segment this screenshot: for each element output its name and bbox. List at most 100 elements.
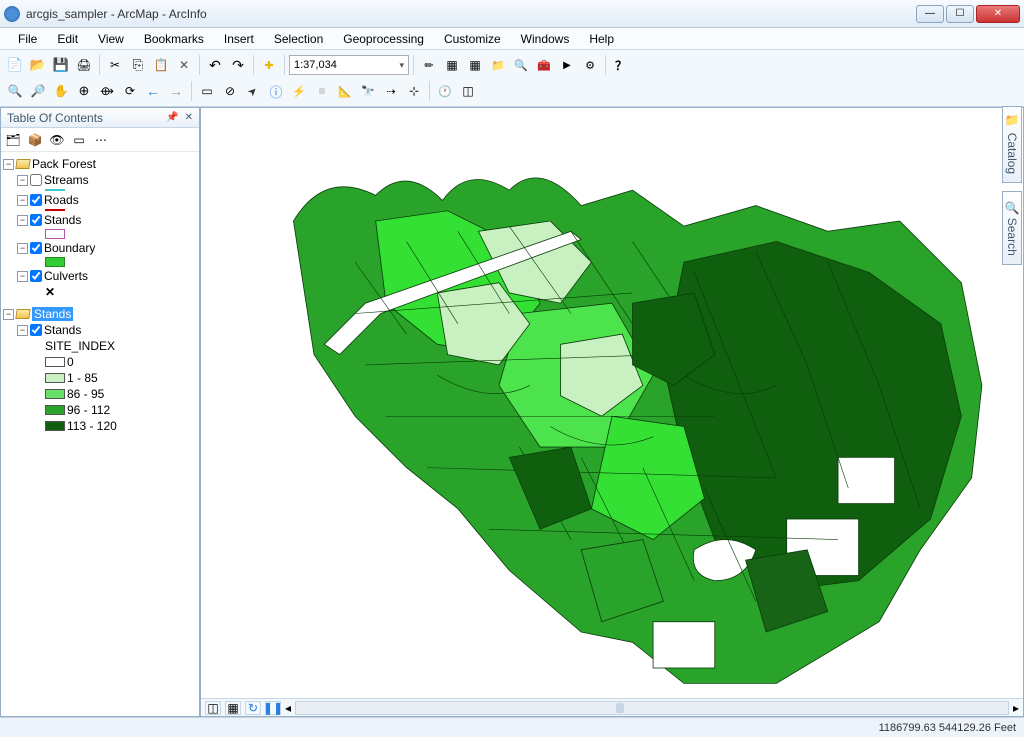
legend-class-3[interactable]: 96 - 112 [3,402,197,418]
map-view[interactable]: ◫ ▦ ↻ ❚❚ ◂ ▸ [200,107,1024,717]
open-button[interactable] [27,54,49,76]
legend-swatch-icon [45,357,65,367]
measure-button[interactable] [334,80,356,102]
scroll-left-button[interactable]: ◂ [285,701,291,715]
copy-button[interactable] [127,54,149,76]
fixed-zoom-out-button[interactable] [119,80,141,102]
collapse-icon[interactable]: − [17,325,28,336]
layer-visibility-checkbox[interactable] [30,214,42,226]
paste-button[interactable] [150,54,172,76]
list-by-drawing-order-button[interactable]: 🗂 [3,130,23,150]
data-frame-stands[interactable]: − Stands [3,306,197,322]
maximize-button[interactable]: ☐ [946,5,974,23]
list-by-visibility-button[interactable]: 👁 [47,130,67,150]
refresh-button[interactable]: ↻ [245,701,261,715]
table-button[interactable] [441,54,463,76]
pin-icon[interactable]: 📌 [166,112,178,123]
pan-button[interactable] [50,80,72,102]
layout-view-button[interactable]: ▦ [225,701,241,715]
map-scale-input[interactable]: 1:37,034 [289,55,409,75]
pause-drawing-button[interactable]: ❚❚ [265,701,281,715]
save-button[interactable] [50,54,72,76]
layer-visibility-checkbox[interactable] [30,242,42,254]
list-by-selection-button[interactable]: ▭ [69,130,89,150]
layer-boundary[interactable]: − Boundary [3,240,197,256]
python-button[interactable] [556,54,578,76]
menu-geoprocessing[interactable]: Geoprocessing [333,29,434,49]
print-button[interactable] [73,54,95,76]
layer-stands-outline[interactable]: − Stands [3,212,197,228]
horizontal-scrollbar[interactable] [295,701,1009,715]
menu-help[interactable]: Help [579,29,624,49]
data-frame-pack-forest[interactable]: − Pack Forest [3,156,197,172]
legend-class-1[interactable]: 1 - 85 [3,370,197,386]
editor-toolbar-button[interactable] [418,54,440,76]
new-doc-button[interactable] [4,54,26,76]
identify-button[interactable] [265,80,287,102]
toolbox-button[interactable] [533,54,555,76]
options-button[interactable]: ⋯ [91,130,111,150]
time-slider-button[interactable] [434,80,456,102]
collapse-icon[interactable]: − [17,243,28,254]
search-tab[interactable]: 🔍 Search [1002,191,1022,265]
collapse-icon[interactable]: − [17,271,28,282]
menu-customize[interactable]: Customize [434,29,511,49]
menu-view[interactable]: View [88,29,134,49]
collapse-icon[interactable]: − [3,309,14,320]
cut-button[interactable] [104,54,126,76]
legend-class-2[interactable]: 86 - 95 [3,386,197,402]
layer-stands-choropleth[interactable]: − Stands [3,322,197,338]
menu-edit[interactable]: Edit [47,29,88,49]
close-toc-button[interactable]: ✕ [185,112,193,123]
layer-visibility-checkbox[interactable] [30,270,42,282]
menu-insert[interactable]: Insert [214,29,264,49]
collapse-icon[interactable]: − [17,195,28,206]
hyperlink-button[interactable] [288,80,310,102]
close-button[interactable]: ✕ [976,5,1020,23]
layer-streams[interactable]: − Streams [3,172,197,188]
next-extent-button[interactable] [165,80,187,102]
zoom-in-button[interactable] [4,80,26,102]
menu-windows[interactable]: Windows [511,29,580,49]
catalog-tab[interactable]: 📁 Catalog [1002,106,1022,183]
zoom-out-button[interactable] [27,80,49,102]
toc-button[interactable] [464,54,486,76]
minimize-button[interactable]: — [916,5,944,23]
scroll-right-button[interactable]: ▸ [1013,701,1019,715]
select-features-button[interactable] [196,80,218,102]
search-button[interactable] [510,54,532,76]
legend-class-0[interactable]: 0 [3,354,197,370]
collapse-icon[interactable]: − [17,175,28,186]
menu-selection[interactable]: Selection [264,29,333,49]
find-button[interactable] [357,80,379,102]
menu-bookmarks[interactable]: Bookmarks [134,29,214,49]
catalog-button[interactable] [487,54,509,76]
modelbuilder-button[interactable] [579,54,601,76]
map-canvas[interactable] [201,108,1023,717]
menu-file[interactable]: File [8,29,47,49]
layer-roads[interactable]: − Roads [3,192,197,208]
layer-visibility-checkbox[interactable] [30,324,42,336]
go-to-xy-button[interactable] [403,80,425,102]
select-elements-button[interactable] [242,80,264,102]
layer-visibility-checkbox[interactable] [30,174,42,186]
html-popup-button[interactable] [311,80,333,102]
add-data-button[interactable] [258,54,280,76]
full-extent-button[interactable] [73,80,95,102]
undo-button[interactable] [204,54,226,76]
create-viewer-button[interactable] [457,80,479,102]
clear-selection-button[interactable] [219,80,241,102]
delete-button[interactable] [173,54,195,76]
collapse-icon[interactable]: − [17,215,28,226]
redo-button[interactable] [227,54,249,76]
list-by-source-button[interactable]: 📦 [25,130,45,150]
prev-extent-button[interactable] [142,80,164,102]
layer-visibility-checkbox[interactable] [30,194,42,206]
data-view-button[interactable]: ◫ [205,701,221,715]
layer-culverts[interactable]: − Culverts [3,268,197,284]
whats-this-button[interactable] [610,54,632,76]
fixed-zoom-in-button[interactable] [96,80,118,102]
collapse-icon[interactable]: − [3,159,14,170]
find-route-button[interactable]: ⇢ [380,80,402,102]
legend-class-4[interactable]: 113 - 120 [3,418,197,434]
